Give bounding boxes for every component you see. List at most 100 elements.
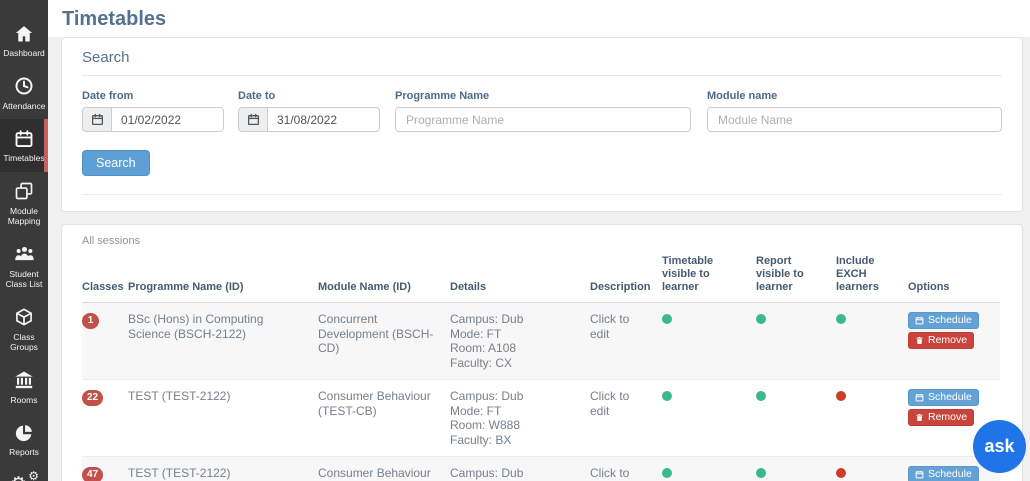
trash-icon: [915, 336, 924, 345]
people-icon: [14, 244, 35, 265]
page-title: Timetables: [62, 8, 1030, 31]
ask-button[interactable]: ask: [973, 420, 1026, 473]
col-timetable-visible: Timetable visible to learner: [662, 253, 756, 303]
programme-cell: BSc (Hons) in Computing Science (BSCH-21…: [128, 303, 318, 380]
details-cell: Campus: Dub Mode: FT Room: W888 Faculty:…: [450, 457, 590, 481]
calendar-icon: [82, 107, 111, 132]
report-visible-indicator[interactable]: [756, 314, 766, 324]
sidebar-item-label: Dashboard: [3, 48, 45, 59]
module-name-field: Module name: [707, 90, 1002, 132]
module-name-label: Module name: [707, 90, 1002, 102]
date-to-field: Date to: [238, 90, 380, 132]
search-button[interactable]: Search: [82, 150, 150, 176]
table-header-row: Classes Programme Name (ID) Module Name …: [82, 253, 1000, 303]
col-options: Options: [908, 253, 1000, 303]
col-report-visible: Report visible to learner: [756, 253, 836, 303]
description-cell[interactable]: Click to edit: [590, 380, 662, 457]
details-cell: Campus: Dub Mode: FT Room: A108 Faculty:…: [450, 303, 590, 380]
divider: [82, 194, 1002, 195]
date-to-label: Date to: [238, 90, 380, 102]
date-from-label: Date from: [82, 90, 224, 102]
home-icon: [14, 23, 35, 44]
col-include-exch: Include EXCH learners: [836, 253, 908, 303]
table-row: 1 BSc (Hons) in Computing Science (BSCH-…: [82, 303, 1000, 380]
calendar-icon: [238, 107, 267, 132]
module-name-input[interactable]: [707, 107, 1002, 132]
sidebar-item-settings[interactable]: ⚙⚙: [0, 466, 48, 481]
date-from-field: Date from: [82, 90, 224, 132]
remove-button[interactable]: Remove: [908, 409, 974, 426]
details-cell: Campus: Dub Mode: FT Room: W888 Faculty:…: [450, 380, 590, 457]
programme-name-field: Programme Name: [395, 90, 691, 132]
report-visible-indicator[interactable]: [756, 391, 766, 401]
search-panel-title: Search: [82, 49, 1002, 66]
sessions-table: Classes Programme Name (ID) Module Name …: [82, 253, 1000, 481]
timetable-visible-indicator[interactable]: [662, 468, 672, 478]
search-panel-body: Date from Date to: [62, 76, 1022, 211]
include-exch-indicator[interactable]: [836, 391, 846, 401]
description-cell[interactable]: Click to edit: [590, 457, 662, 481]
programme-cell: TEST (TEST-2122): [128, 380, 318, 457]
description-cell[interactable]: Click to edit: [590, 303, 662, 380]
sidebar-item-timetables[interactable]: Timetables: [0, 119, 48, 172]
calendar-icon: [915, 470, 924, 479]
timetable-visible-indicator[interactable]: [662, 391, 672, 401]
search-panel: Search Date from Date t: [61, 37, 1023, 212]
col-description: Description: [590, 253, 662, 303]
schedule-button[interactable]: Schedule: [908, 389, 979, 406]
module-cell: Concurrent Development (BSCH-CD): [318, 303, 450, 380]
sidebar-item-label: Attendance: [2, 101, 45, 112]
sidebar-item-rooms[interactable]: Rooms: [0, 361, 48, 414]
clock-icon: [14, 76, 35, 97]
sidebar-item-attendance[interactable]: Attendance: [0, 67, 48, 120]
col-module: Module Name (ID): [318, 253, 450, 303]
programme-name-label: Programme Name: [395, 90, 691, 102]
sidebar-item-student-class-list[interactable]: Student Class List: [0, 235, 48, 298]
main-area: Timetables Search Date from: [48, 0, 1030, 481]
options-cell: Schedule Remove: [908, 303, 1000, 380]
col-programme: Programme Name (ID): [128, 253, 318, 303]
sidebar-item-class-groups[interactable]: Class Groups: [0, 298, 48, 361]
programme-name-input[interactable]: [395, 107, 691, 132]
cube-icon: [14, 307, 35, 328]
report-visible-indicator[interactable]: [756, 468, 766, 478]
table-row: 47 TEST (TEST-2122) Consumer Behaviour (…: [82, 457, 1000, 481]
content: Search Date from Date t: [48, 37, 1030, 481]
sessions-caption: All sessions: [62, 225, 1022, 247]
sidebar-item-label: Timetables: [3, 153, 44, 164]
pie-chart-icon: [14, 422, 35, 443]
sidebar-item-label: Reports: [9, 447, 39, 458]
sidebar-item-label: Rooms: [11, 395, 38, 406]
classes-badge[interactable]: 1: [82, 313, 99, 329]
col-details: Details: [450, 253, 590, 303]
search-panel-header: Search: [62, 38, 1022, 66]
include-exch-indicator[interactable]: [836, 314, 846, 324]
date-from-input[interactable]: [111, 107, 224, 132]
classes-badge[interactable]: 22: [82, 390, 103, 406]
copy-icon: [14, 181, 35, 202]
calendar-icon: [915, 316, 924, 325]
sidebar-item-reports[interactable]: Reports: [0, 413, 48, 466]
sidebar-item-module-mapping[interactable]: Module Mapping: [0, 172, 48, 235]
classes-badge[interactable]: 47: [82, 467, 103, 481]
calendar-icon: [915, 393, 924, 402]
bank-icon: [14, 370, 35, 391]
remove-button[interactable]: Remove: [908, 332, 974, 349]
sidebar-item-label: Class Groups: [1, 332, 47, 353]
schedule-button[interactable]: Schedule: [908, 466, 979, 481]
sidebar-item-label: Student Class List: [1, 269, 47, 290]
sidebar-item-dashboard[interactable]: Dashboard: [0, 14, 48, 67]
timetable-visible-indicator[interactable]: [662, 314, 672, 324]
titlebar: Timetables: [48, 0, 1030, 37]
include-exch-indicator[interactable]: [836, 468, 846, 478]
module-cell: Consumer Behaviour (TEST-CB): [318, 457, 450, 481]
gears-icon: ⚙⚙: [12, 475, 36, 481]
sidebar-item-label: Module Mapping: [1, 206, 47, 227]
schedule-button[interactable]: Schedule: [908, 312, 979, 329]
sidebar: Dashboard Attendance Timetables Module M…: [0, 0, 48, 481]
table-row: 22 TEST (TEST-2122) Consumer Behaviour (…: [82, 380, 1000, 457]
trash-icon: [915, 413, 924, 422]
date-to-input[interactable]: [267, 107, 380, 132]
sessions-panel: All sessions Classes Programme Name (ID)…: [61, 224, 1023, 481]
col-classes: Classes: [82, 253, 128, 303]
